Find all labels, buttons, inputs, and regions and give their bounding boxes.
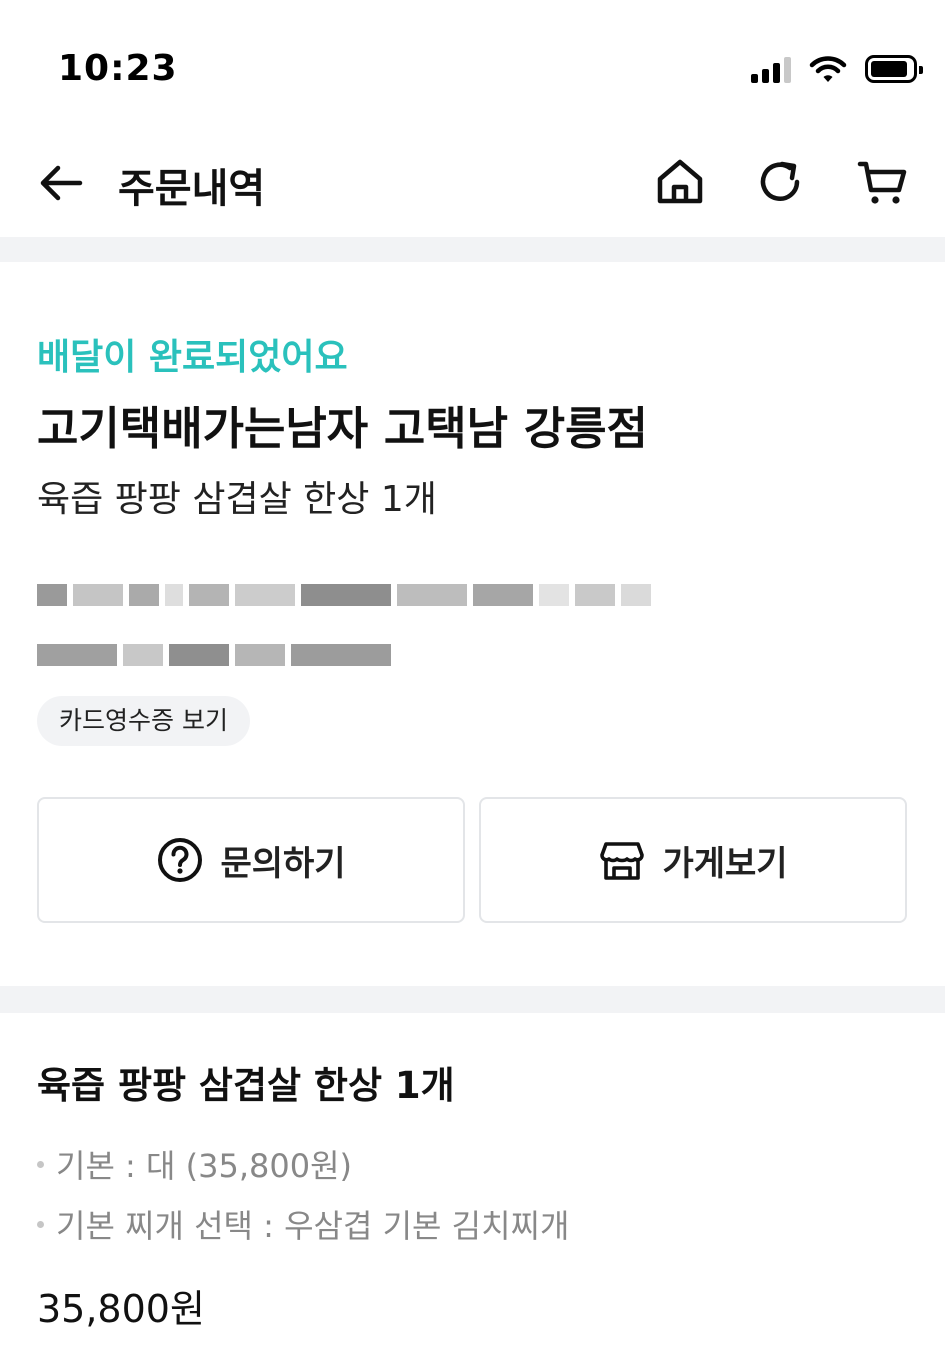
cart-button[interactable]	[855, 154, 911, 210]
order-brief: 육즙 팡팡 삼겹살 한상 1개	[37, 479, 437, 520]
menu-title: 육즙 팡팡 삼겹살 한상 1개	[37, 1064, 455, 1107]
back-button[interactable]	[36, 158, 86, 208]
store-view-button[interactable]: 가게보기	[479, 797, 907, 923]
store-icon	[600, 842, 645, 880]
section-divider	[0, 237, 945, 262]
inquiry-button[interactable]: 문의하기	[37, 797, 465, 923]
battery-icon	[865, 55, 923, 83]
option-line: 기본 찌개 선택 : 우삼겹 기본 김치찌개	[37, 1201, 569, 1247]
back-arrow-icon	[40, 165, 83, 201]
bullet-dot	[37, 1160, 44, 1168]
home-button[interactable]	[652, 154, 708, 210]
wifi-icon	[809, 56, 847, 82]
refresh-button[interactable]	[752, 154, 808, 210]
inquiry-button-label: 문의하기	[220, 843, 346, 884]
redacted-address-detail	[37, 635, 391, 675]
option-text: 기본 : 대 (35,800원)	[56, 1147, 352, 1185]
store-name: 고기택배가는남자 고택남 강릉점	[37, 402, 648, 455]
status-time: 10:23	[58, 48, 178, 89]
question-circle-icon	[158, 838, 203, 882]
bullet-dot	[37, 1220, 44, 1228]
section-divider	[0, 986, 945, 1013]
store-view-button-label: 가게보기	[662, 843, 788, 884]
card-receipt-button[interactable]: 카드영수증 보기	[37, 696, 250, 746]
nav-bar: 주문내역	[0, 130, 945, 237]
redacted-address	[37, 575, 651, 615]
home-icon	[657, 159, 703, 204]
refresh-icon	[760, 161, 800, 201]
cart-icon	[857, 161, 907, 204]
item-price: 35,800원	[37, 1287, 205, 1331]
option-text: 기본 찌개 선택 : 우삼겹 기본 김치찌개	[56, 1207, 570, 1245]
status-icons	[751, 52, 923, 86]
option-line: 기본 : 대 (35,800원)	[37, 1141, 352, 1187]
delivery-status: 배달이 완료되었어요	[37, 337, 348, 378]
status-bar: 10:23	[0, 0, 945, 130]
order-detail: 육즙 팡팡 삼겹살 한상 1개 기본 : 대 (35,800원) 기본 찌개 선…	[0, 1013, 945, 1355]
page-title: 주문내역	[118, 166, 266, 212]
cellular-signal-icon	[751, 55, 791, 83]
order-summary: 배달이 완료되었어요 고기택배가는남자 고택남 강릉점 육즙 팡팡 삼겹살 한상…	[0, 262, 945, 986]
